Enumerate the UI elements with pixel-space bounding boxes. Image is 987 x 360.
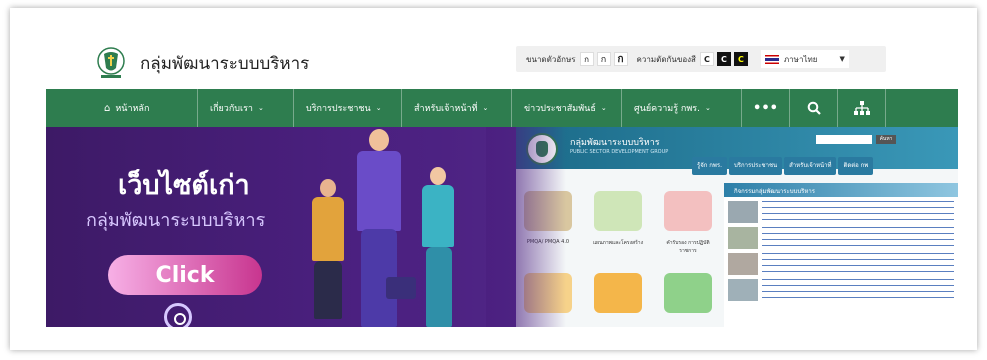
tile-label: คำรับรอง การปฏิบัติราชการ bbox=[666, 240, 710, 254]
old-nav-item: สำหรับเจ้าหน้าที่ bbox=[784, 157, 837, 175]
tile-tree-icon bbox=[594, 191, 642, 231]
old-nav-item: รู้จัก กพร. bbox=[692, 157, 727, 175]
list-item bbox=[728, 279, 954, 301]
touch-pointer-icon bbox=[164, 303, 192, 327]
nav-item-label: เกี่ยวกับเรา bbox=[210, 104, 253, 114]
chevron-down-icon: ⌄ bbox=[482, 104, 489, 112]
nav-item-label: หน้าหลัก bbox=[115, 104, 150, 114]
list-item bbox=[728, 227, 954, 249]
old-site-nav: รู้จัก กพร. บริการประชาชน สำหรับเจ้าหน้า… bbox=[692, 157, 958, 175]
news-text-placeholder bbox=[762, 253, 954, 273]
chevron-down-icon: ⌄ bbox=[375, 104, 382, 112]
language-label: ภาษาไทย bbox=[783, 54, 818, 64]
nav-item-home[interactable]: ⌂ หน้าหลัก bbox=[46, 89, 198, 127]
chevron-down-icon: ⌄ bbox=[600, 104, 607, 112]
search-icon[interactable] bbox=[790, 89, 838, 127]
old-site-subtitle: PUBLIC SECTOR DEVELOPMENT GROUP bbox=[570, 149, 669, 155]
contrast-dark-button[interactable]: C bbox=[716, 52, 731, 66]
font-size-label: ขนาดตัวอักษร bbox=[526, 54, 576, 64]
main-nav: ⌂ หน้าหลัก เกี่ยวกับเรา ⌄ บริการประชาชน ⌄ … bbox=[46, 89, 958, 127]
banner-fade bbox=[486, 127, 566, 327]
news-thumbnail bbox=[728, 279, 758, 301]
old-site-news: กิจกรรมกลุ่มพัฒนาระบบบริหาร bbox=[724, 183, 958, 327]
contrast-label: ความตัดกันของสี bbox=[636, 54, 696, 64]
news-thumbnail bbox=[728, 201, 758, 223]
old-site-search-button: ค้นหา bbox=[876, 135, 896, 144]
site-header: กลุ่มพัฒนาระบบบริหาร ขนาดตัวอักษร ก ก ก … bbox=[38, 36, 948, 88]
businessman-left-illustration bbox=[308, 179, 348, 319]
old-news-header: กิจกรรมกลุ่มพัฒนาระบบบริหาร bbox=[724, 183, 958, 197]
nav-item-label: บริการประชาชน bbox=[306, 104, 371, 114]
old-website-banner[interactable]: กลุ่มพัฒนาระบบบริหาร PUBLIC SECTOR DEVEL… bbox=[46, 127, 958, 327]
nav-item-label: ข่าวประชาสัมพันธ์ bbox=[524, 104, 596, 114]
home-icon: ⌂ bbox=[104, 102, 111, 114]
nav-item-label: ศูนย์ความรู้ กพร. bbox=[634, 104, 700, 114]
contrast-normal-button[interactable]: C bbox=[699, 52, 714, 66]
news-thumbnail bbox=[728, 253, 758, 275]
news-thumbnail bbox=[728, 227, 758, 249]
chevron-down-icon: ⌄ bbox=[257, 104, 264, 112]
nav-item-public-services[interactable]: บริการประชาชน ⌄ bbox=[294, 89, 402, 127]
old-website-preview: กลุ่มพัฒนาระบบบริหาร PUBLIC SECTOR DEVEL… bbox=[516, 127, 958, 327]
tile-leaf-icon bbox=[664, 273, 712, 313]
site-title[interactable]: กลุ่มพัฒนาระบบบริหาร bbox=[140, 50, 309, 77]
nav-item-knowledge-center[interactable]: ศูนย์ความรู้ กพร. ⌄ bbox=[622, 89, 742, 127]
briefcase-icon bbox=[386, 277, 416, 299]
old-site-search-input bbox=[816, 135, 872, 144]
thai-flag-icon bbox=[764, 54, 779, 64]
font-size-small-button[interactable]: ก bbox=[579, 52, 594, 66]
nav-item-label: สำหรับเจ้าหน้าที่ bbox=[414, 104, 478, 114]
news-text-placeholder bbox=[762, 227, 954, 247]
nav-item-news[interactable]: ข่าวประชาสัมพันธ์ ⌄ bbox=[512, 89, 622, 127]
nav-item-about[interactable]: เกี่ยวกับเรา ⌄ bbox=[198, 89, 294, 127]
tile-label: แผนภาพและโครงสร้าง bbox=[592, 240, 644, 246]
old-nav-item: ติดต่อ กพ bbox=[838, 157, 874, 175]
tile-books-icon bbox=[664, 191, 712, 231]
contrast-yellow-button[interactable]: C bbox=[733, 52, 748, 66]
old-nav-item: บริการประชาชน bbox=[729, 157, 783, 175]
font-size-medium-button[interactable]: ก bbox=[596, 52, 611, 66]
banner-title: เว็บไซต์เก่า bbox=[118, 170, 250, 201]
accessibility-toolbar: ขนาดตัวอักษร ก ก ก ความตัดกันของสี C C C… bbox=[516, 46, 886, 72]
click-button[interactable]: Click bbox=[108, 255, 262, 295]
language-select[interactable]: ภาษาไทย ▼ bbox=[760, 50, 849, 68]
more-button[interactable]: ••• bbox=[742, 89, 790, 127]
chevron-down-icon: ▼ bbox=[839, 55, 845, 63]
old-site-title: กลุ่มพัฒนาระบบบริหาร bbox=[570, 138, 660, 148]
nav-item-staff[interactable]: สำหรับเจ้าหน้าที่ ⌄ bbox=[402, 89, 512, 127]
sitemap-icon[interactable] bbox=[838, 89, 886, 127]
font-size-large-button[interactable]: ก bbox=[613, 52, 628, 66]
news-text-placeholder bbox=[762, 201, 954, 221]
list-item bbox=[728, 253, 954, 275]
site-logo[interactable] bbox=[94, 46, 128, 80]
news-text-placeholder bbox=[762, 279, 954, 299]
tile-lotus-icon bbox=[594, 273, 642, 313]
businesswoman-right-illustration bbox=[418, 167, 458, 327]
banner-subtitle: กลุ่มพัฒนาระบบบริหาร bbox=[86, 210, 266, 231]
chevron-down-icon: ⌄ bbox=[704, 104, 711, 112]
list-item bbox=[728, 201, 954, 223]
